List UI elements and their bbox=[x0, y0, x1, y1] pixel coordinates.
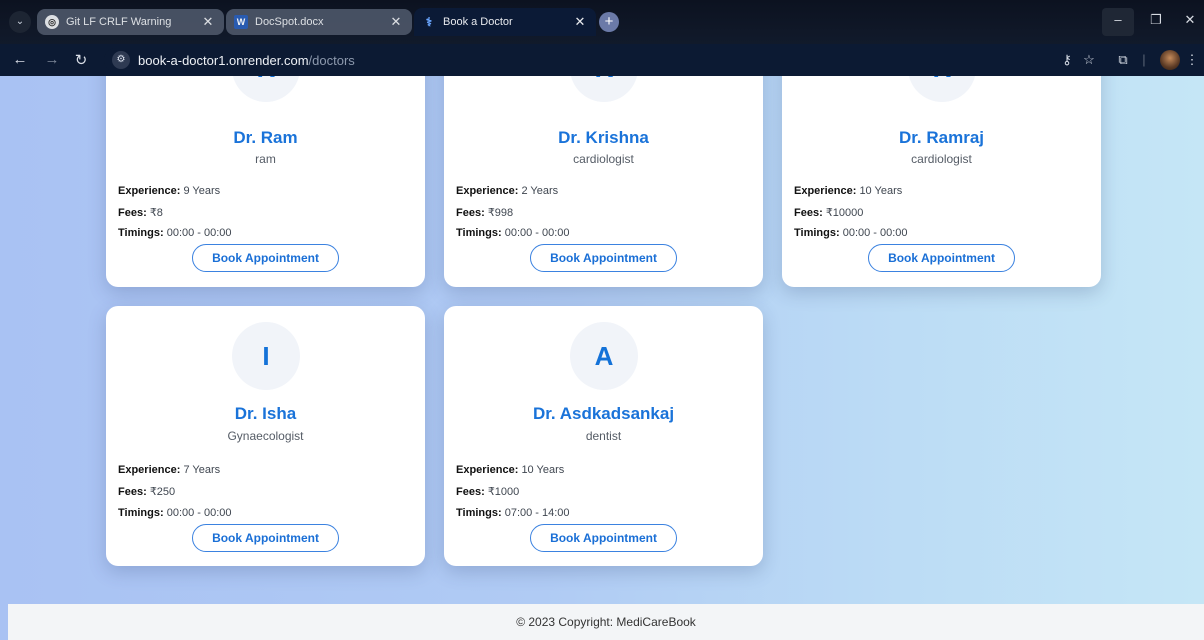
doctor-name: Dr. Krishna bbox=[558, 128, 649, 147]
book-appointment-button[interactable]: Book Appointment bbox=[530, 244, 677, 272]
site-settings-icon[interactable]: ⚙ bbox=[112, 51, 130, 69]
doctor-name: Dr. Isha bbox=[234, 404, 297, 423]
doctor-specialization: dentist bbox=[585, 429, 622, 443]
fees-row: Fees: ₹8 bbox=[118, 207, 163, 219]
reload-icon[interactable]: ↻ bbox=[72, 51, 90, 69]
experience-row: Experience: 2 Years bbox=[456, 185, 559, 197]
fees-row: Fees: ₹250 bbox=[118, 486, 176, 498]
back-arrow-icon[interactable]: ← bbox=[11, 51, 29, 68]
close-icon[interactable]: ✕ bbox=[200, 14, 216, 30]
fees-row: Fees: ₹10000 bbox=[794, 207, 864, 219]
minimize-button[interactable]: – bbox=[1108, 12, 1128, 27]
restore-button[interactable]: ❐ bbox=[1146, 12, 1166, 28]
stethoscope-icon: ⚕ bbox=[425, 15, 433, 29]
timings-row: Timings: 00:00 - 00:00 bbox=[118, 227, 232, 239]
browser-tab-bar: ⌄ ◎ Git LF CRLF Warning ✕ W DocSpot.docx… bbox=[0, 0, 1204, 44]
timings-row: Timings: 07:00 - 14:00 bbox=[456, 507, 570, 519]
password-key-icon[interactable]: ⚷ bbox=[1059, 52, 1075, 68]
close-window-button[interactable]: ✕ bbox=[1180, 12, 1200, 28]
doctor-initial-avatar: R bbox=[232, 76, 300, 102]
doctor-specialization: cardiologist bbox=[573, 152, 634, 166]
timings-row: Timings: 00:00 - 00:00 bbox=[456, 227, 570, 239]
tab-docspot-docx[interactable]: W DocSpot.docx ✕ bbox=[226, 9, 412, 35]
toolbar-divider: | bbox=[1142, 52, 1146, 67]
doctor-initial-avatar: A bbox=[570, 322, 638, 390]
tab-title: Git LF CRLF Warning bbox=[66, 16, 172, 28]
close-icon[interactable]: ✕ bbox=[388, 14, 404, 30]
menu-kebab-icon[interactable]: ⋮ bbox=[1184, 52, 1200, 68]
doctor-initial-avatar: I bbox=[232, 322, 300, 390]
tab-search-chevron-icon[interactable]: ⌄ bbox=[9, 11, 31, 33]
fees-row: Fees: ₹998 bbox=[456, 207, 514, 219]
doctor-card: R Dr. Ramraj cardiologist Experience: 10… bbox=[782, 76, 1101, 287]
doctor-name: Dr. Asdkadsankaj bbox=[532, 404, 675, 423]
doctor-initial-avatar: R bbox=[908, 76, 976, 102]
forward-arrow-icon[interactable]: → bbox=[43, 51, 61, 68]
timings-row: Timings: 00:00 - 00:00 bbox=[794, 227, 908, 239]
fees-row: Fees: ₹1000 bbox=[456, 486, 520, 498]
experience-row: Experience: 9 Years bbox=[118, 185, 221, 197]
doctor-initial-avatar: K bbox=[570, 76, 638, 102]
url-field[interactable]: ⚙ book-a-doctor1.onrender.com /doctors bbox=[104, 48, 1098, 72]
tab-git-lf-crlf-warning[interactable]: ◎ Git LF CRLF Warning ✕ bbox=[37, 9, 224, 35]
close-icon[interactable]: ✕ bbox=[572, 14, 588, 30]
doctor-specialization: Gynaecologist bbox=[227, 429, 304, 443]
page-footer: © 2023 Copyright: MediCareBook bbox=[8, 604, 1204, 640]
page-viewport: R Dr. Ram ram Experience: 9 Years Fees: … bbox=[0, 76, 1204, 640]
footer-copyright: © 2023 Copyright: MediCareBook bbox=[516, 615, 696, 629]
doctor-card: A Dr. Asdkadsankaj dentist Experience: 1… bbox=[444, 306, 763, 566]
word-icon: W bbox=[234, 15, 248, 29]
book-appointment-button[interactable]: Book Appointment bbox=[192, 244, 339, 272]
book-appointment-button[interactable]: Book Appointment bbox=[192, 524, 339, 552]
new-tab-button[interactable]: + bbox=[599, 12, 619, 32]
doctor-specialization: cardiologist bbox=[911, 152, 972, 166]
doctor-name: Dr. Ramraj bbox=[898, 128, 985, 147]
doctor-card: R Dr. Ram ram Experience: 9 Years Fees: … bbox=[106, 76, 425, 287]
doctor-card: I Dr. Isha Gynaecologist Experience: 7 Y… bbox=[106, 306, 425, 566]
address-bar-row: ← → ↻ ⚙ book-a-doctor1.onrender.com /doc… bbox=[0, 44, 1204, 76]
timings-row: Timings: 00:00 - 00:00 bbox=[118, 507, 232, 519]
tab-title: DocSpot.docx bbox=[255, 16, 324, 28]
experience-row: Experience: 10 Years bbox=[456, 464, 565, 476]
chatgpt-icon: ◎ bbox=[45, 15, 59, 29]
tab-book-a-doctor[interactable]: ⚕ Book a Doctor ✕ bbox=[414, 8, 596, 36]
extensions-icon[interactable]: ⧉ bbox=[1115, 52, 1131, 68]
book-appointment-button[interactable]: Book Appointment bbox=[530, 524, 677, 552]
profile-avatar[interactable] bbox=[1160, 50, 1180, 70]
doctor-name: Dr. Ram bbox=[233, 128, 298, 147]
experience-row: Experience: 7 Years bbox=[118, 464, 221, 476]
bookmark-star-icon[interactable]: ☆ bbox=[1081, 52, 1097, 68]
doctor-card: K Dr. Krishna cardiologist Experience: 2… bbox=[444, 76, 763, 287]
doctor-specialization: ram bbox=[255, 152, 276, 166]
url-path: /doctors bbox=[308, 52, 355, 68]
url-host: book-a-doctor1.onrender.com bbox=[138, 52, 309, 68]
book-appointment-button[interactable]: Book Appointment bbox=[868, 244, 1015, 272]
experience-row: Experience: 10 Years bbox=[794, 185, 903, 197]
tab-title: Book a Doctor bbox=[443, 16, 513, 28]
